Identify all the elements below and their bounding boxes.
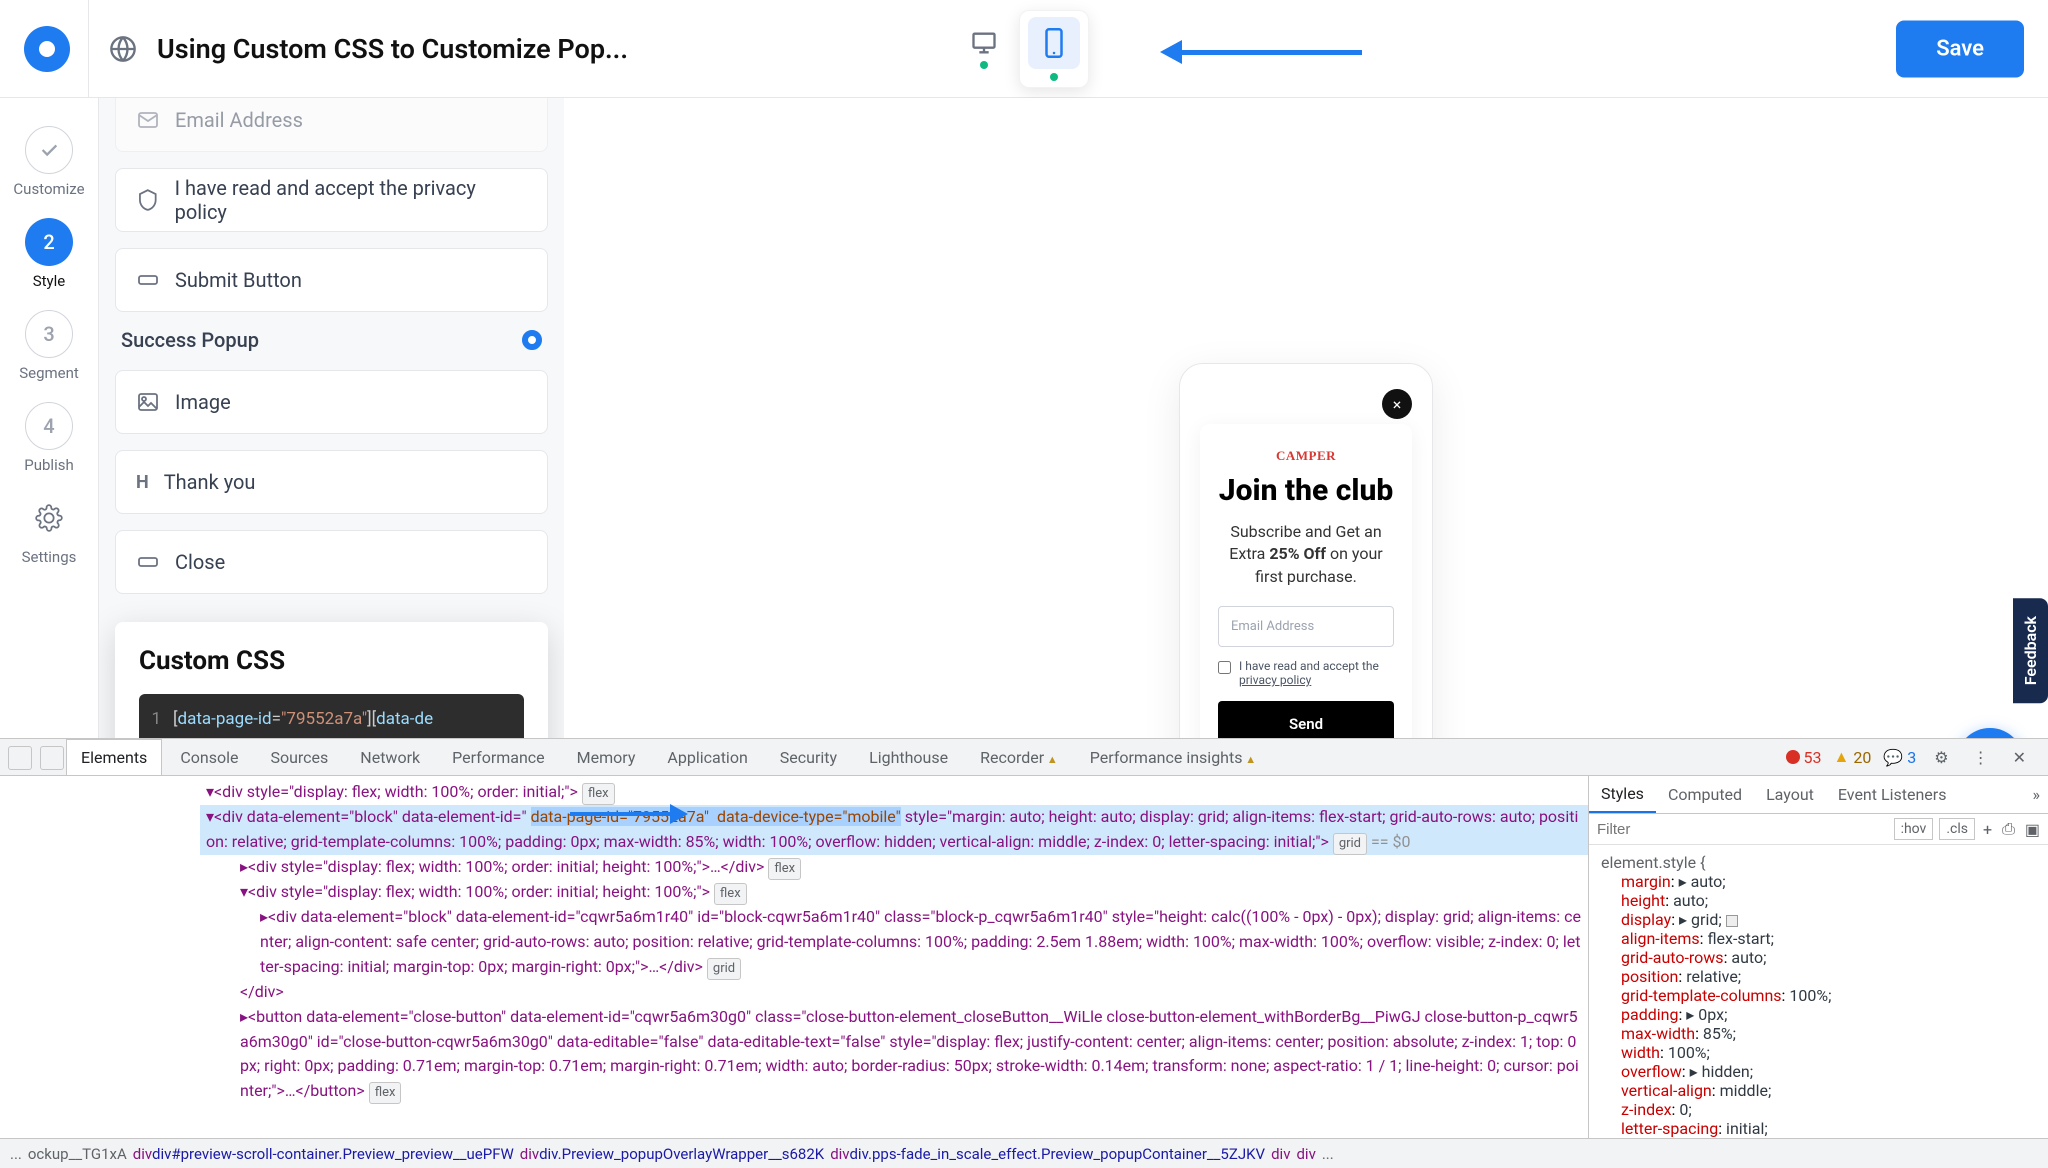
popup-email-input[interactable]: Email Address <box>1218 606 1394 647</box>
styles-tab-computed[interactable]: Computed <box>1656 777 1754 812</box>
nav-label: Segment <box>19 364 79 382</box>
step-number: 3 <box>25 310 73 358</box>
css-rules-list[interactable]: element.style { margin: ▸ auto; height: … <box>1589 845 2048 1138</box>
device-toggle-group <box>959 10 1089 88</box>
nav-label: Customize <box>13 180 84 198</box>
form-item-label: Email Address <box>175 108 303 132</box>
styles-pane: Styles Computed Layout Event Listeners »… <box>1588 776 2048 1138</box>
form-item-email[interactable]: Email Address <box>115 98 548 152</box>
app-logo[interactable] <box>24 26 70 72</box>
hov-pill[interactable]: :hov <box>1894 818 1934 840</box>
checkbox[interactable] <box>1218 661 1231 674</box>
tab-lighthouse[interactable]: Lighthouse <box>855 740 962 775</box>
heading-icon: H <box>136 472 149 493</box>
computed-icon[interactable]: ▣ <box>2025 820 2040 839</box>
form-item-label: Close <box>175 550 225 574</box>
nav-publish[interactable]: 4 Publish <box>24 402 73 474</box>
nav-settings[interactable]: Settings <box>22 494 77 566</box>
tab-sources[interactable]: Sources <box>256 740 342 775</box>
error-count[interactable]: 53 <box>1786 748 1822 767</box>
nav-style[interactable]: 2 Style <box>25 218 73 290</box>
nav-label: Publish <box>24 456 73 474</box>
status-dot <box>1050 73 1058 81</box>
form-item-label: Submit Button <box>175 268 302 292</box>
styles-tab-layout[interactable]: Layout <box>1754 777 1826 812</box>
tab-memory[interactable]: Memory <box>563 740 650 775</box>
feedback-tab[interactable]: Feedback <box>2013 598 2048 703</box>
save-button[interactable]: Save <box>1896 20 2024 77</box>
page-title: Using Custom CSS to Customize Pop... <box>157 33 628 65</box>
section-success-popup[interactable]: Success Popup <box>115 328 548 352</box>
devtools-panel: Elements Console Sources Network Perform… <box>0 738 2048 1168</box>
status-dot <box>980 61 988 69</box>
message-count[interactable]: 💬 3 <box>1883 748 1916 767</box>
device-toolbar-icon[interactable] <box>40 746 64 770</box>
close-icon[interactable]: ✕ <box>2007 748 2032 767</box>
styles-tab-styles[interactable]: Styles <box>1589 776 1656 813</box>
form-item-close[interactable]: Close <box>115 530 548 594</box>
styles-filter-input[interactable] <box>1597 821 1888 838</box>
popup-brand-logo: CAMPER <box>1218 448 1394 464</box>
elements-tree[interactable]: ▾<div style="display: flex; width: 100%;… <box>0 776 1588 1138</box>
tab-security[interactable]: Security <box>766 740 851 775</box>
tab-recorder[interactable]: Recorder <box>966 740 1072 775</box>
form-item-thankyou[interactable]: H Thank you <box>115 450 548 514</box>
popup-card: × CAMPER Join the club Subscribe and Get… <box>1200 424 1412 771</box>
breadcrumb-bar[interactable]: ... ockup__TG1xA divdiv#preview-scroll-c… <box>0 1138 2048 1168</box>
devtools-tabs: Elements Console Sources Network Perform… <box>0 739 2048 776</box>
nav-label: Style <box>33 272 66 290</box>
cls-pill[interactable]: .cls <box>1939 818 1975 840</box>
inspect-icon[interactable] <box>8 746 32 770</box>
device-desktop-button[interactable] <box>959 24 1009 74</box>
form-item-privacy[interactable]: I have read and accept the privacy polic… <box>115 168 548 232</box>
gear-icon <box>25 494 73 542</box>
radio-active-icon[interactable] <box>522 330 542 350</box>
section-title: Success Popup <box>121 328 259 352</box>
form-item-label: Image <box>175 390 231 414</box>
gear-icon[interactable]: ⚙ <box>1928 748 1954 767</box>
add-rule-icon[interactable]: + <box>1983 820 1992 839</box>
tab-elements[interactable]: Elements <box>66 739 162 775</box>
device-mobile-button[interactable] <box>1019 10 1089 88</box>
divider <box>88 0 89 98</box>
print-icon[interactable]: ⎙ <box>2002 819 2015 839</box>
check-icon <box>25 126 73 174</box>
custom-css-title: Custom CSS <box>139 646 524 676</box>
form-item-submit[interactable]: Submit Button <box>115 248 548 312</box>
popup-headline: Join the club <box>1218 474 1394 507</box>
more-icon[interactable]: ⋮ <box>1967 748 1995 767</box>
tab-console[interactable]: Console <box>166 740 252 775</box>
tab-network[interactable]: Network <box>346 740 434 775</box>
popup-consent-checkbox[interactable]: I have read and accept the privacy polic… <box>1218 659 1394 687</box>
arrow-annotation <box>570 804 688 824</box>
popup-subtext: Subscribe and Get an Extra 25% Off on yo… <box>1218 521 1394 588</box>
form-item-label: I have read and accept the privacy polic… <box>175 176 527 224</box>
step-number: 2 <box>25 218 73 266</box>
arrow-annotation <box>1160 40 1362 64</box>
tab-perf-insights[interactable]: Performance insights <box>1076 740 1270 775</box>
step-number: 4 <box>25 402 73 450</box>
globe-icon[interactable] <box>107 33 139 65</box>
popup-close-button[interactable]: × <box>1382 389 1412 419</box>
nav-customize[interactable]: Customize <box>13 126 84 198</box>
nav-segment[interactable]: 3 Segment <box>19 310 79 382</box>
form-item-label: Thank you <box>164 470 256 494</box>
nav-label: Settings <box>22 548 77 566</box>
styles-tab-listeners[interactable]: Event Listeners <box>1826 777 1959 812</box>
form-item-image[interactable]: Image <box>115 370 548 434</box>
tab-performance[interactable]: Performance <box>438 740 559 775</box>
warning-count[interactable]: 20 <box>1834 747 1872 767</box>
tab-application[interactable]: Application <box>653 740 761 775</box>
